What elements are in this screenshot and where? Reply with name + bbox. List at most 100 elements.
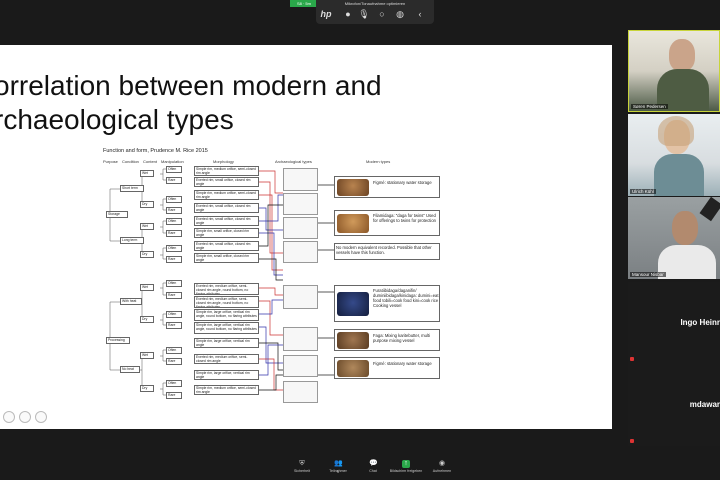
participant-face [672, 211, 698, 245]
morphology-box: Everted rim, small orifice, closed rim a… [194, 216, 259, 226]
participant-tile[interactable]: Ingo Heinr [628, 282, 720, 364]
archaeological-drawing [283, 381, 318, 403]
chat-label: Chat [369, 469, 377, 473]
morphology-box: Simple rim, medium orifice, semi-closed … [194, 166, 259, 176]
record-label: Aufnehmen [432, 469, 452, 473]
node-rare: Rare [166, 256, 182, 263]
search-icon[interactable] [35, 411, 47, 423]
node-dry: Dry [140, 201, 154, 208]
circle-icon[interactable]: ○ [376, 8, 388, 20]
morphology-box: Simple rim, large orifice, vertical rim … [194, 338, 259, 348]
morphology-box: Everted rim, medium orifice, semi-closed… [194, 283, 259, 295]
morphology-box: Simple rim, small orifice, closed rim an… [194, 228, 259, 238]
node-storage: Storage [106, 211, 128, 218]
morphology-box: Simple rim, large orifice, vertical rim … [194, 309, 259, 321]
pot-photo [337, 214, 369, 233]
morphology-box: Everted rim, medium orifice, semi-closed… [194, 354, 259, 364]
zoom-icon[interactable] [19, 411, 31, 423]
node-long-term: Long term [120, 237, 144, 244]
participant-name: Søren Pedersen [631, 104, 668, 109]
share-screen-button[interactable]: ↑ Bildschirm freigeben [386, 460, 426, 473]
morphology-box: Simple rim, medium orifice, semi-closed … [194, 385, 259, 395]
archaeological-drawing [283, 241, 318, 263]
morphology-box: Simple rim, large orifice, vertical rim … [194, 322, 259, 334]
node-often: Often [166, 347, 182, 354]
microphone-icon[interactable]: 🎙 [358, 8, 370, 20]
participant-name: Ulrich Kühl [630, 189, 656, 194]
participant-tile[interactable]: mdawar [628, 364, 720, 446]
modern-type-box: No modern equivalent recorded. Possible … [334, 243, 440, 260]
modern-type-text: Figmé: stationary water storage [373, 180, 432, 185]
archaeological-drawing [283, 285, 318, 309]
morphology-box: Simple rim, medium orifice, semi-closed … [194, 190, 259, 200]
node-often: Often [166, 196, 182, 203]
mic-optimize-label: Mikrofon/Tonaufnahme optimieren [344, 1, 406, 6]
share-screen-label: Bildschirm freigeben [389, 469, 423, 473]
modern-type-box: Figmé: stationary water storage [334, 176, 440, 198]
node-often: Often [166, 380, 182, 387]
modern-type-text: Furatiibidaga/daganifin/ duminiibidaga/k… [373, 288, 439, 308]
node-wet: Wet [140, 170, 154, 177]
participants-label: Teilnehmer [329, 469, 347, 473]
hp-logo-icon: hp [320, 9, 332, 19]
share-screen-icon: ↑ [402, 460, 410, 468]
shared-slide: orrelation between modern and rchaeologi… [0, 45, 612, 429]
participant-face [669, 39, 695, 71]
modern-type-text: Faga: Mixing karitebutter, multi purpose… [373, 333, 431, 343]
morphology-box: Everted rim, small orifice, closed rim a… [194, 177, 259, 187]
node-often: Often [166, 245, 182, 252]
modern-type-box: Furatiibidaga/daganifin/ duminiibidaga/k… [334, 285, 440, 322]
morphology-box: Simple rim, small orifice, closed rim an… [194, 253, 259, 263]
node-dry: Dry [140, 385, 154, 392]
collapse-chevron-icon[interactable]: ‹ [414, 8, 426, 20]
node-rare: Rare [166, 292, 182, 299]
node-wet: Wet [140, 352, 154, 359]
morphology-box: Everted rim, small orifice, closed rim a… [194, 203, 259, 213]
record-icon: ◉ [438, 460, 446, 467]
morphology-box: Everted rim, medium orifice, semi-closed… [194, 296, 259, 308]
participant-tile[interactable]: Ulrich Kühl [628, 114, 720, 196]
morphology-box: Simple rim, large orifice, vertical rim … [194, 370, 259, 380]
pot-photo [337, 360, 369, 377]
security-label: Sicherheit [294, 469, 310, 473]
security-button[interactable]: ⛨ Sicherheit [284, 460, 320, 473]
node-wet: Wet [140, 284, 154, 291]
node-often: Often [166, 166, 182, 173]
node-with-heat: With heat [120, 298, 142, 305]
participant-tile[interactable]: Søren Pedersen [628, 30, 720, 112]
archaeological-drawing [283, 168, 318, 191]
node-rare: Rare [166, 177, 182, 184]
share-status-badge: S8 · 5m [290, 0, 318, 7]
participants-button[interactable]: 👥5 Teilnehmer [320, 460, 356, 474]
copy-icon[interactable] [3, 411, 15, 423]
participant-body [658, 245, 716, 279]
participant-name: Mansour Nisbar [630, 272, 666, 277]
share-toolbar: Mikrofon/Tonaufnahme optimieren hp ● 🎙 ○… [316, 0, 434, 24]
pot-photo [337, 179, 369, 196]
node-rare: Rare [166, 207, 182, 214]
archaeological-drawing [283, 217, 318, 239]
node-processing: Processing [106, 337, 130, 344]
participant-name: mdawar [689, 400, 720, 409]
node-dry: Dry [140, 251, 154, 258]
archaeological-drawing [283, 327, 318, 351]
pot-photo [337, 332, 369, 349]
record-icon[interactable]: ● [342, 8, 354, 20]
modern-type-text: No modern equivalent recorded. Possible … [336, 245, 432, 255]
node-rare: Rare [166, 392, 182, 399]
node-short-term: Short term [120, 185, 144, 192]
node-often: Often [166, 218, 182, 225]
node-often: Often [166, 280, 182, 287]
modern-type-text: Filamidaga: "daga for twins" Used for of… [373, 213, 436, 223]
node-often: Often [166, 311, 182, 318]
muted-mic-icon [630, 357, 634, 361]
record-button[interactable]: ◉ Aufnehmen [424, 460, 460, 473]
node-no-heat: No heat [120, 366, 140, 373]
participant-tile[interactable]: Mansour Nisbar [628, 197, 720, 279]
modern-type-box: Filamidaga: "daga for twins" Used for of… [334, 210, 440, 236]
modern-type-text: Figmé: stationary water storage [373, 361, 432, 366]
node-rare: Rare [166, 230, 182, 237]
audio-icon[interactable]: ◍ [394, 8, 406, 20]
pot-photo [337, 292, 369, 316]
node-dry: Dry [140, 316, 154, 323]
